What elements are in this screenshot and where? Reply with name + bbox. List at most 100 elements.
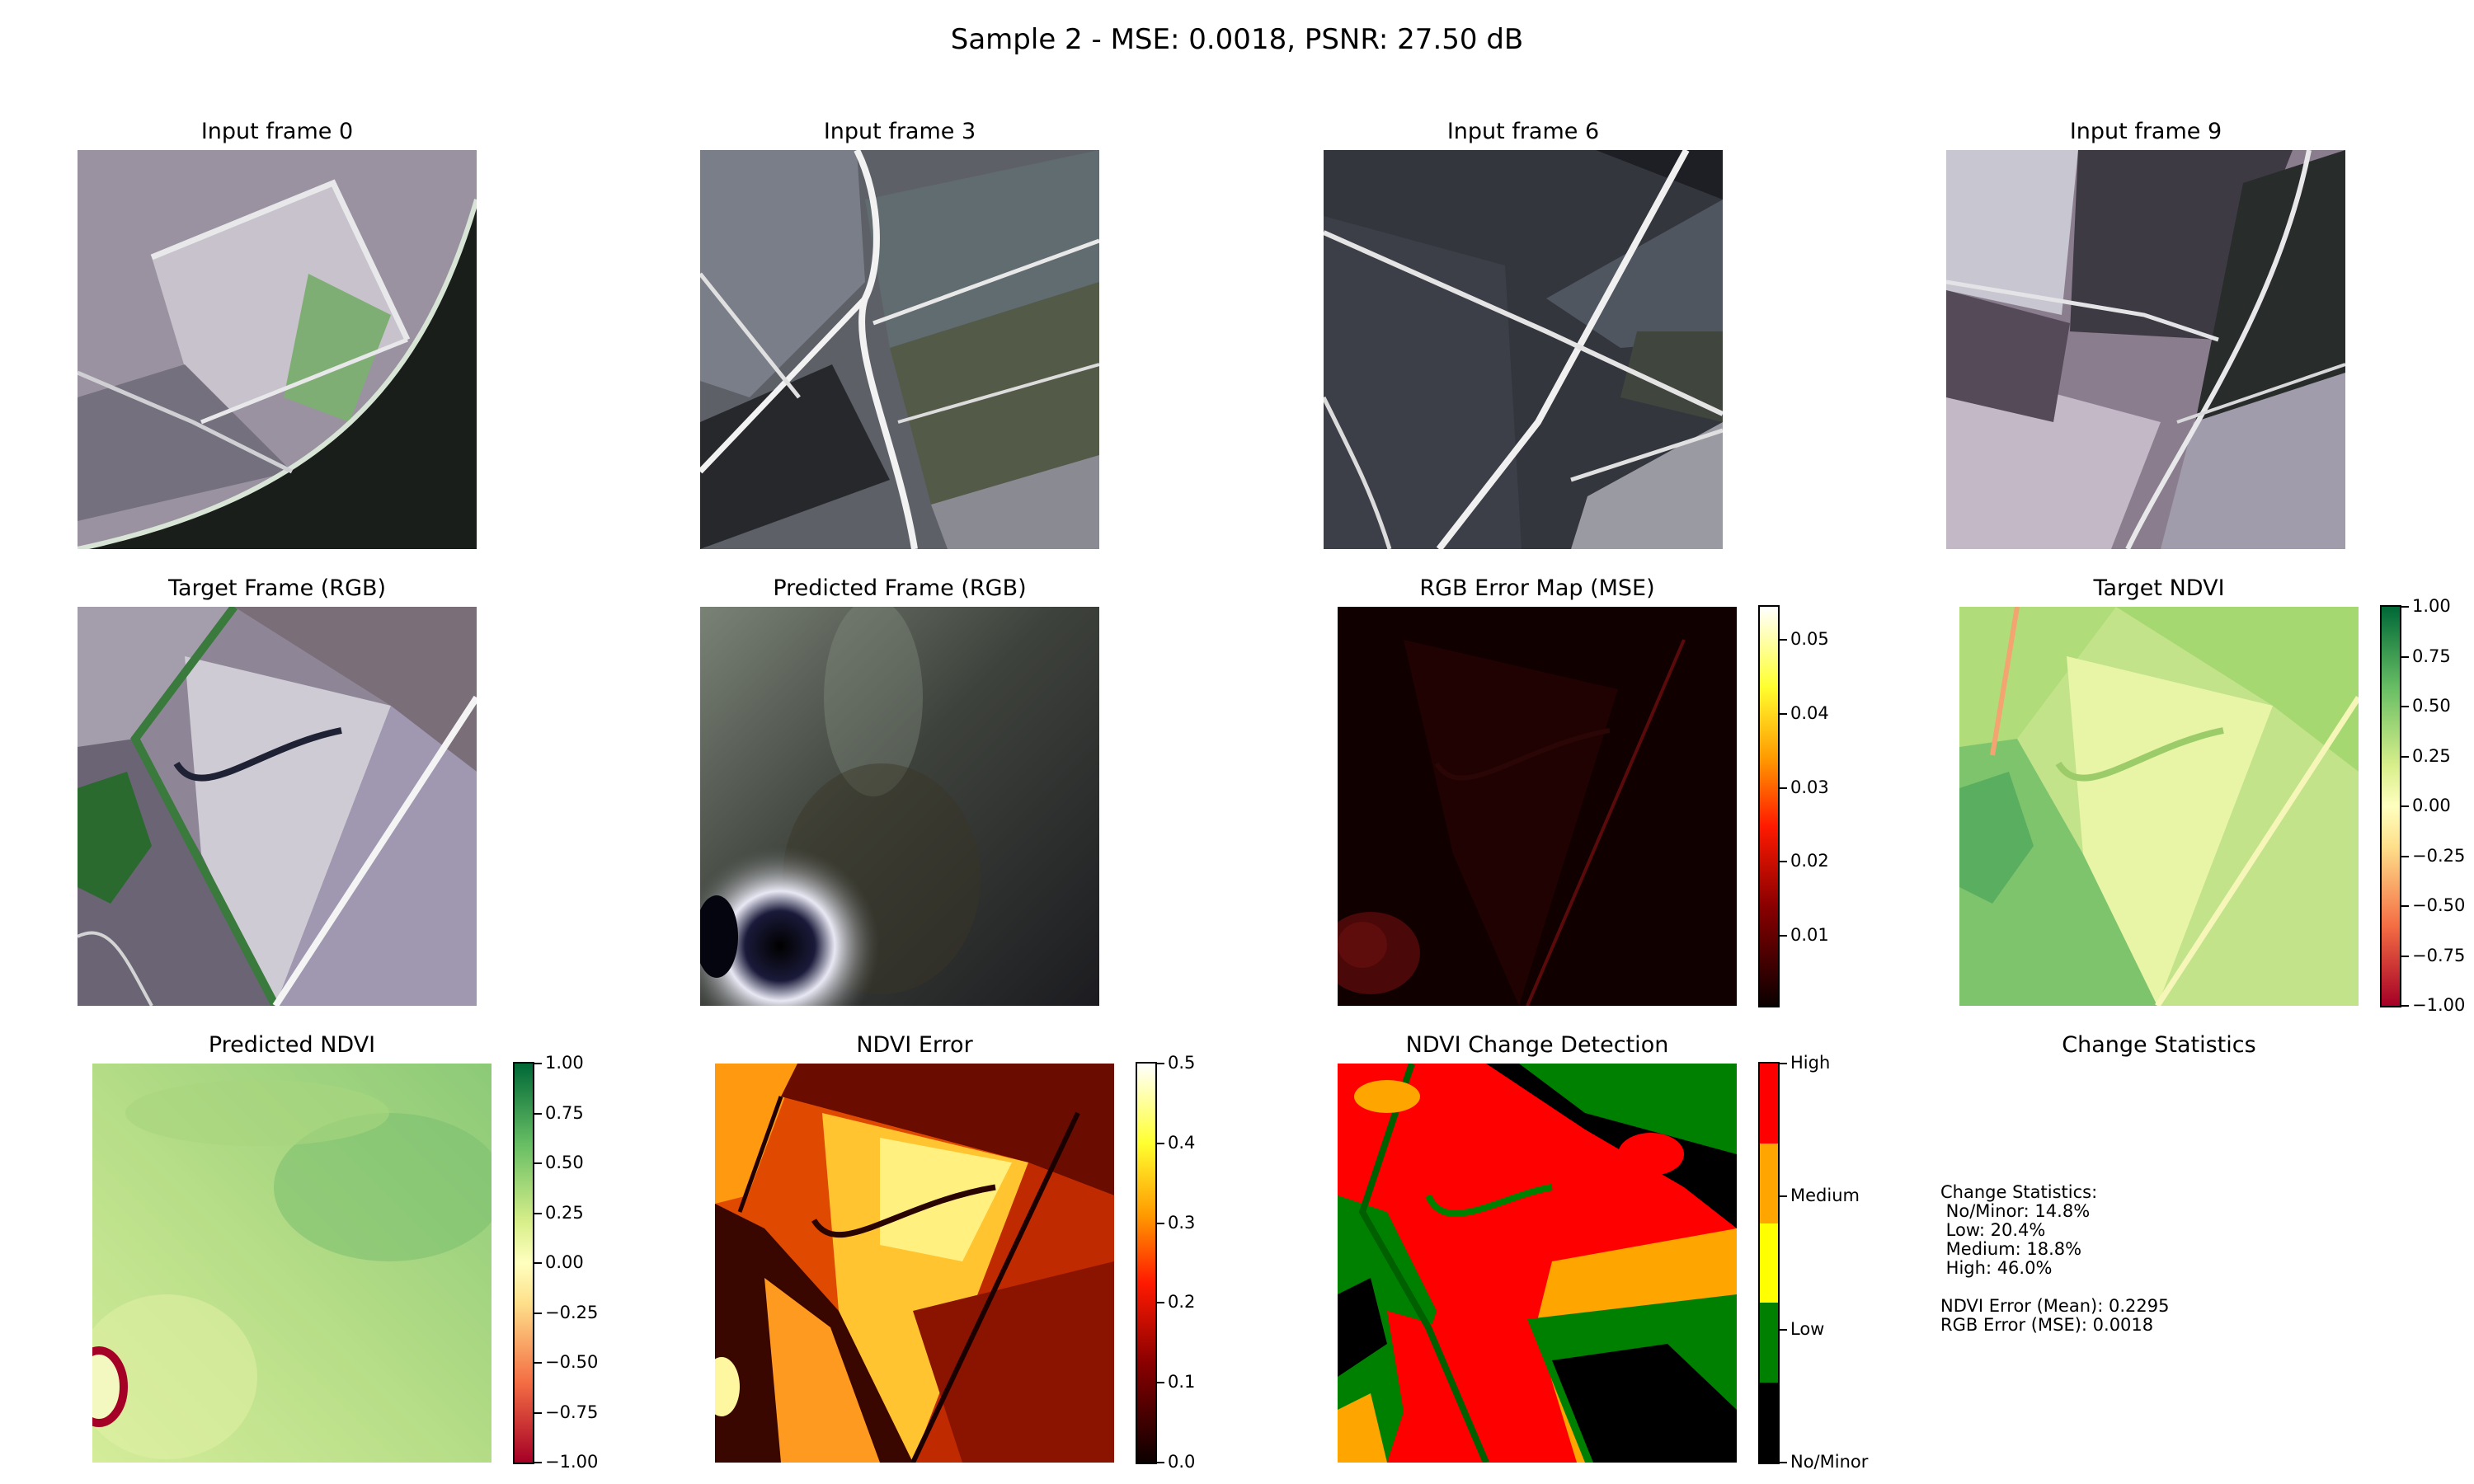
- predicted-rgb-image: [700, 607, 1099, 1006]
- target_ndvi-tick-mark-7: [2401, 955, 2409, 957]
- target_ndvi-tick-label-2: 0.50: [2412, 696, 2451, 716]
- target-ndvi-colorbar: [2380, 605, 2401, 1007]
- change-colorbar-segment-4: [1760, 1383, 1778, 1463]
- pred_ndvi-tick-mark-0: [534, 1063, 542, 1064]
- target-rgb-title: Target Frame (RGB): [167, 575, 387, 601]
- rgb-error-colorbar: [1758, 605, 1780, 1007]
- change-tick-mark-1: [1780, 1195, 1787, 1198]
- predicted-ndvi-colorbar: [513, 1062, 534, 1464]
- pred_ndvi-tick-label-8: −1.00: [545, 1452, 599, 1472]
- change-tick-label-2: Low: [1790, 1318, 1825, 1339]
- change-tick-label-1: Medium: [1790, 1186, 1860, 1206]
- target_ndvi-tick-mark-4: [2401, 805, 2409, 807]
- pred_ndvi-tick-label-6: −0.50: [545, 1352, 599, 1372]
- ndvi_err-tick-mark-4: [1157, 1382, 1164, 1384]
- ndvi_err-tick-mark-2: [1157, 1222, 1164, 1224]
- change-tick-label-3: No/Minor: [1790, 1452, 1869, 1472]
- target-ndvi-title: Target NDVI: [2093, 575, 2225, 601]
- target_ndvi-tick-label-7: −0.75: [2412, 945, 2466, 965]
- target_ndvi-tick-mark-8: [2401, 1005, 2409, 1007]
- figure-suptitle: Sample 2 - MSE: 0.0018, PSNR: 27.50 dB: [950, 23, 1524, 56]
- rgb_err-tick-mark-1: [1780, 712, 1787, 715]
- ndvi_err-tick-label-2: 0.3: [1168, 1212, 1196, 1233]
- ndvi-error-colorbar: [1136, 1062, 1157, 1464]
- rgb_err-tick-mark-2: [1780, 787, 1787, 789]
- target_ndvi-tick-mark-3: [2401, 755, 2409, 758]
- target_ndvi-tick-mark-1: [2401, 655, 2409, 658]
- target_ndvi-tick-mark-0: [2401, 606, 2409, 608]
- pred_ndvi-tick-mark-6: [534, 1362, 542, 1364]
- input-frame-0-image: [78, 150, 477, 549]
- pred_ndvi-tick-mark-5: [534, 1312, 542, 1314]
- target_ndvi-tick-mark-5: [2401, 855, 2409, 857]
- pred_ndvi-tick-mark-4: [534, 1262, 542, 1264]
- change-tick-label-0: High: [1790, 1053, 1831, 1073]
- pred_ndvi-tick-label-0: 1.00: [545, 1053, 584, 1073]
- rgb_err-tick-mark-4: [1780, 934, 1787, 937]
- change-tick-mark-0: [1780, 1063, 1787, 1064]
- rgb-error-title: RGB Error Map (MSE): [1419, 575, 1655, 601]
- pred_ndvi-tick-mark-3: [534, 1212, 542, 1214]
- predicted-ndvi-map: [92, 1064, 492, 1463]
- pred_ndvi-tick-label-4: 0.00: [545, 1252, 584, 1272]
- target_ndvi-tick-label-1: 0.75: [2412, 646, 2451, 666]
- change-statistics-text: Change Statistics: No/Minor: 14.8% Low: …: [1940, 1182, 2170, 1335]
- rgb_err-tick-mark-0: [1780, 639, 1787, 641]
- input-frame-6-image: [1324, 150, 1723, 549]
- change-colorbar-segment-1: [1760, 1143, 1778, 1223]
- rgb_err-tick-mark-3: [1780, 861, 1787, 863]
- target-ndvi-map: [1959, 607, 2359, 1006]
- pred_ndvi-tick-label-1: 0.75: [545, 1102, 584, 1123]
- predicted-rgb-title: Predicted Frame (RGB): [773, 575, 1027, 601]
- pred_ndvi-tick-mark-7: [534, 1411, 542, 1414]
- target_ndvi-tick-label-6: −0.50: [2412, 895, 2466, 915]
- rgb_err-tick-label-3: 0.02: [1790, 851, 1829, 871]
- ndvi_err-tick-mark-1: [1157, 1142, 1164, 1144]
- change-statistics-title: Change Statistics: [2062, 1032, 2256, 1058]
- pred_ndvi-tick-mark-8: [534, 1462, 542, 1463]
- pred_ndvi-tick-label-3: 0.25: [545, 1202, 584, 1223]
- change-tick-mark-2: [1780, 1328, 1787, 1331]
- input-frame-3-image: [700, 150, 1099, 549]
- change-detection-title: NDVI Change Detection: [1405, 1032, 1669, 1058]
- pred_ndvi-tick-label-5: −0.25: [545, 1302, 599, 1322]
- rgb_err-tick-label-0: 0.05: [1790, 629, 1829, 650]
- target-rgb-image: [78, 607, 477, 1006]
- change-detection-colorbar: [1758, 1062, 1780, 1464]
- change-colorbar-segment-3: [1760, 1303, 1778, 1383]
- change-colorbar-segment-0: [1760, 1064, 1778, 1144]
- input-frame-3-title: Input frame 3: [823, 119, 976, 144]
- target_ndvi-tick-mark-2: [2401, 706, 2409, 707]
- input-frame-6-title: Input frame 6: [1446, 119, 1600, 144]
- rgb_err-tick-label-2: 0.03: [1790, 777, 1829, 797]
- pred_ndvi-tick-label-2: 0.50: [545, 1153, 584, 1172]
- change-colorbar-segment-2: [1760, 1223, 1778, 1303]
- ndvi_err-tick-label-5: 0.0: [1168, 1452, 1196, 1472]
- input-frame-9-image: [1946, 150, 2345, 549]
- ndvi_err-tick-label-4: 0.1: [1168, 1372, 1196, 1392]
- rgb_err-tick-label-1: 0.04: [1790, 702, 1829, 723]
- rgb-error-map: [1338, 607, 1737, 1006]
- target_ndvi-tick-mark-6: [2401, 905, 2409, 907]
- pred_ndvi-tick-mark-2: [534, 1162, 542, 1164]
- ndvi_err-tick-mark-3: [1157, 1302, 1164, 1304]
- change-detection-map: [1338, 1064, 1737, 1463]
- predicted-ndvi-title: Predicted NDVI: [208, 1032, 376, 1058]
- ndvi_err-tick-mark-0: [1157, 1063, 1164, 1064]
- target_ndvi-tick-label-5: −0.25: [2412, 845, 2466, 866]
- rgb_err-tick-label-4: 0.01: [1790, 924, 1829, 945]
- ndvi_err-tick-mark-5: [1157, 1462, 1164, 1463]
- ndvi_err-tick-label-0: 0.5: [1168, 1053, 1196, 1073]
- target_ndvi-tick-label-0: 1.00: [2412, 596, 2451, 616]
- input-frame-9-title: Input frame 9: [2069, 119, 2222, 144]
- ndvi-error-map: [715, 1064, 1114, 1463]
- ndvi_err-tick-label-1: 0.4: [1168, 1132, 1196, 1153]
- pred_ndvi-tick-mark-1: [534, 1112, 542, 1115]
- input-frame-0-title: Input frame 0: [200, 119, 354, 144]
- change-tick-mark-3: [1780, 1462, 1787, 1463]
- ndvi_err-tick-label-3: 0.2: [1168, 1292, 1196, 1313]
- pred_ndvi-tick-label-7: −0.75: [545, 1402, 599, 1422]
- ndvi-error-title: NDVI Error: [856, 1032, 973, 1058]
- target_ndvi-tick-label-8: −1.00: [2412, 995, 2466, 1015]
- target_ndvi-tick-label-4: 0.00: [2412, 796, 2451, 815]
